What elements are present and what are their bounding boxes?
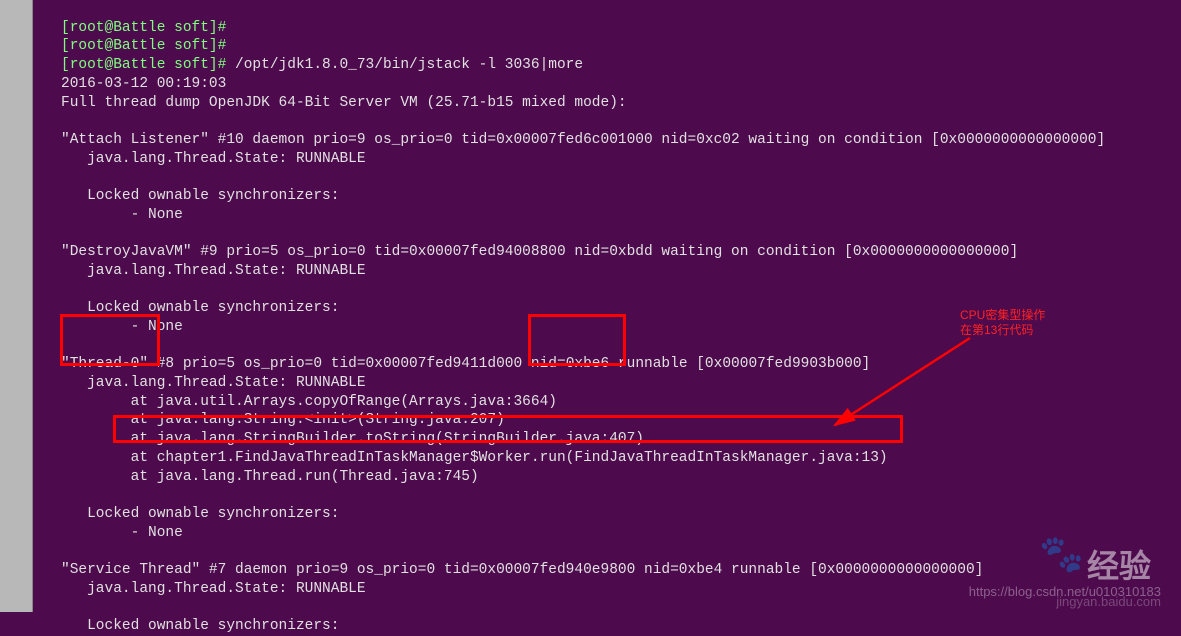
prompt-line: [root@Battle soft]#: [61, 57, 235, 73]
thread-attach-title: "Attach Listener" #10 daemon prio=9 os_p…: [61, 132, 1105, 148]
baidu-logo: 经验: [1039, 545, 1151, 587]
locked-sync-none: - None: [61, 319, 183, 335]
locked-sync-label: Locked ownable synchronizers:: [61, 300, 339, 316]
command-text: /opt/jdk1.8.0_73/bin/jstack -l 3036|more: [235, 57, 583, 73]
terminal-output[interactable]: [root@Battle soft]# [root@Battle soft]# …: [33, 0, 1181, 612]
prompt-line: [root@Battle soft]#: [61, 38, 226, 54]
sidebar-gutter: [0, 0, 33, 612]
locked-sync-none: - None: [61, 207, 183, 223]
thread-state: java.lang.Thread.State: RUNNABLE: [61, 151, 366, 167]
thread-destroy-title: "DestroyJavaVM" #9 prio=5 os_prio=0 tid=…: [61, 244, 1018, 260]
thread-state: java.lang.Thread.State: RUNNABLE: [61, 375, 366, 391]
thread-0-title: "Thread-0" #8 prio=5 os_prio=0 tid=0x000…: [61, 356, 870, 372]
locked-sync-label: Locked ownable synchronizers:: [61, 618, 339, 634]
timestamp: 2016-03-12 00:19:03: [61, 76, 226, 92]
stack-frame: at java.lang.StringBuilder.toString(Stri…: [61, 431, 644, 447]
thread-state: java.lang.Thread.State: RUNNABLE: [61, 581, 366, 597]
prompt-line: [root@Battle soft]#: [61, 20, 226, 36]
annotation-text: CPU密集型操作 在第13行代码: [960, 308, 1060, 338]
locked-sync-label: Locked ownable synchronizers:: [61, 188, 339, 204]
stack-frame-highlighted: at chapter1.FindJavaThreadInTaskManager$…: [61, 450, 888, 466]
locked-sync-label: Locked ownable synchronizers:: [61, 506, 339, 522]
thread-service-title: "Service Thread" #7 daemon prio=9 os_pri…: [61, 562, 983, 578]
stack-frame: at java.util.Arrays.copyOfRange(Arrays.j…: [61, 394, 557, 410]
dump-header: Full thread dump OpenJDK 64-Bit Server V…: [61, 95, 627, 111]
locked-sync-none: - None: [61, 525, 183, 541]
thread-state: java.lang.Thread.State: RUNNABLE: [61, 263, 366, 279]
stack-frame: at java.lang.Thread.run(Thread.java:745): [61, 469, 479, 485]
stack-frame: at java.lang.String.<init>(String.java:2…: [61, 412, 505, 428]
watermark-domain: jingyan.baidu.com: [1056, 593, 1161, 612]
paw-icon: [1039, 545, 1081, 587]
